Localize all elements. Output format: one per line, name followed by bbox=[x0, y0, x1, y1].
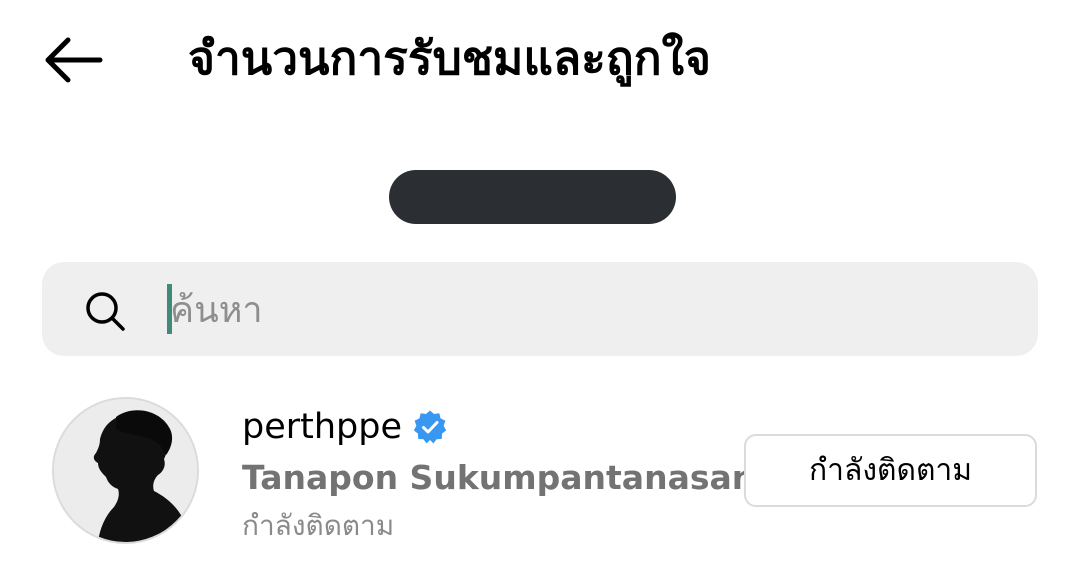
page-title: จำนวนการรับชมและถูกใจ bbox=[188, 31, 712, 85]
following-button[interactable]: กำลังติดตาม bbox=[744, 434, 1037, 507]
redacted-content-block bbox=[389, 170, 676, 224]
top-bar: จำนวนการรับชมและถูกใจ bbox=[0, 0, 1080, 120]
follow-status-text: กำลังติดตาม bbox=[242, 509, 395, 542]
verified-badge-icon bbox=[413, 410, 447, 444]
profile-photo bbox=[54, 399, 197, 542]
back-button[interactable] bbox=[38, 32, 108, 88]
search-input[interactable] bbox=[166, 284, 990, 336]
username-link[interactable]: perthppe bbox=[242, 402, 448, 452]
full-name: Tanapon Sukumpantanasan bbox=[242, 458, 756, 497]
avatar[interactable] bbox=[52, 397, 199, 544]
arrow-left-icon bbox=[45, 37, 103, 83]
search-icon bbox=[86, 292, 125, 331]
username: perthppe bbox=[242, 407, 403, 447]
text-cursor bbox=[167, 284, 172, 334]
